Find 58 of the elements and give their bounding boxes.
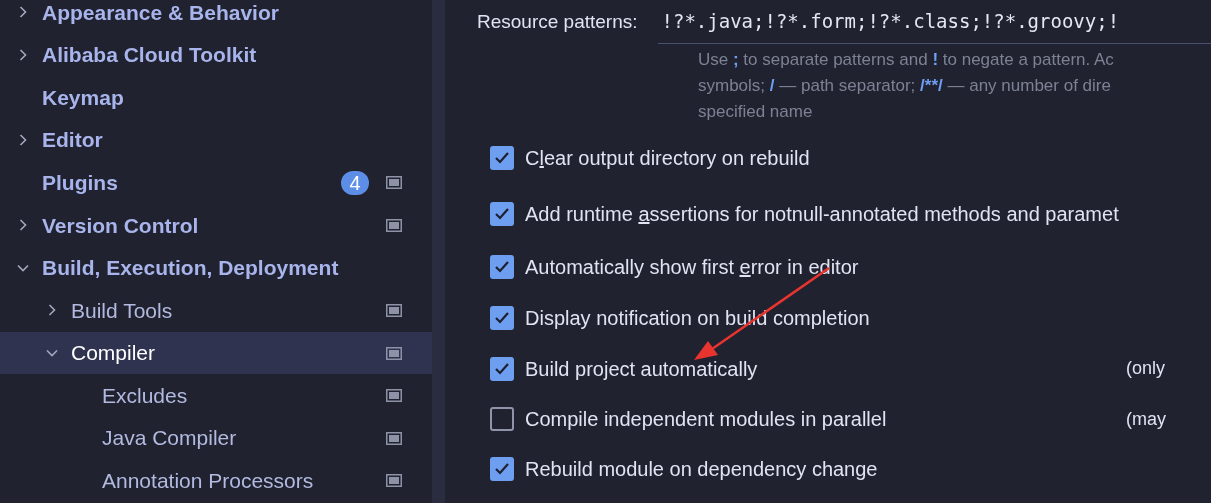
resource-patterns-field[interactable]: !?*.java;!?*.form;!?*.class;!?*.groovy;! (657, 0, 1211, 44)
hint-text: symbols; / — path separator; /**/ — any number of dire (698, 75, 1112, 97)
tree-item-label: Alibaba Cloud Toolkit (42, 42, 257, 69)
hint-text: specified name (698, 101, 814, 123)
tree-item-label: Excludes (102, 382, 188, 409)
checkmark-icon (494, 260, 510, 274)
checkmark-icon (494, 462, 510, 476)
project-scope-icon (386, 389, 402, 403)
tree-item[interactable]: Compiler (0, 331, 432, 375)
tree-item[interactable]: Excludes (0, 374, 432, 417)
tree-item-label: Build Tools (71, 297, 173, 324)
checkbox[interactable] (490, 202, 514, 226)
tree-item[interactable]: Build Tools (0, 289, 432, 332)
field-label: Resource patterns: (477, 9, 638, 34)
tree-item-label: Plugins (42, 169, 118, 196)
tree-item-label: Annotation Processors (102, 468, 314, 495)
checkbox-label: Automatically show first error in editor (525, 255, 859, 280)
checkbox[interactable] (490, 457, 514, 481)
checkbox[interactable] (490, 407, 514, 431)
option-note: (only (1126, 358, 1165, 378)
checkmark-icon (494, 207, 510, 221)
tree-item[interactable]: Build, Execution, Deployment (0, 246, 432, 290)
checkbox[interactable] (490, 255, 514, 279)
tree-item[interactable]: Appearance & Behavior (0, 0, 432, 34)
tree-item-label: Compiler (71, 340, 156, 367)
checkbox-label: Build project automatically (525, 356, 758, 382)
tree-item[interactable]: Keymap (0, 76, 432, 119)
hint-text: Use ; to separate patterns and ! to negate a pattern. Ac (698, 49, 1115, 71)
tree-item[interactable]: Version Control (0, 203, 432, 247)
checkbox[interactable] (490, 356, 514, 381)
tree-item[interactable]: Java Compiler (0, 416, 432, 460)
tree-item-label: Keymap (42, 84, 124, 111)
project-scope-icon (386, 431, 402, 445)
project-scope-icon (386, 303, 402, 317)
checkbox-label: Clear output directory on rebuild (525, 146, 810, 171)
tree-item[interactable]: Alibaba Cloud Toolkit (0, 33, 432, 77)
tree-item[interactable]: Plugins 4 (0, 161, 432, 204)
checkbox[interactable] (490, 146, 514, 170)
tree-item[interactable]: Editor (0, 118, 432, 162)
tree-item-label: Appearance & Behavior (42, 0, 279, 26)
count-badge: 4 (341, 170, 369, 195)
checkbox-label: Add runtime assertions for notnull-annotated methods and paramet (525, 202, 1119, 227)
checkmark-icon (494, 361, 510, 376)
checkbox[interactable] (490, 305, 514, 330)
checkmark-icon (494, 310, 510, 325)
project-scope-icon (386, 474, 402, 488)
checkbox-label: Rebuild module on dependency change (525, 457, 878, 482)
tree-item-label: Java Compiler (102, 425, 237, 452)
tree-item-label: Editor (42, 127, 103, 154)
project-scope-icon (386, 176, 402, 190)
tree-item-label: Build, Execution, Deployment (42, 255, 339, 282)
checkbox-label: Compile independent modules in parallel (525, 407, 887, 432)
tree-item[interactable]: Annotation Processors (0, 459, 432, 503)
project-scope-icon (386, 218, 402, 232)
checkmark-icon (494, 151, 510, 165)
project-scope-icon (386, 346, 402, 360)
option-note: (may (1126, 408, 1166, 429)
tree-item-label: Version Control (42, 212, 199, 239)
